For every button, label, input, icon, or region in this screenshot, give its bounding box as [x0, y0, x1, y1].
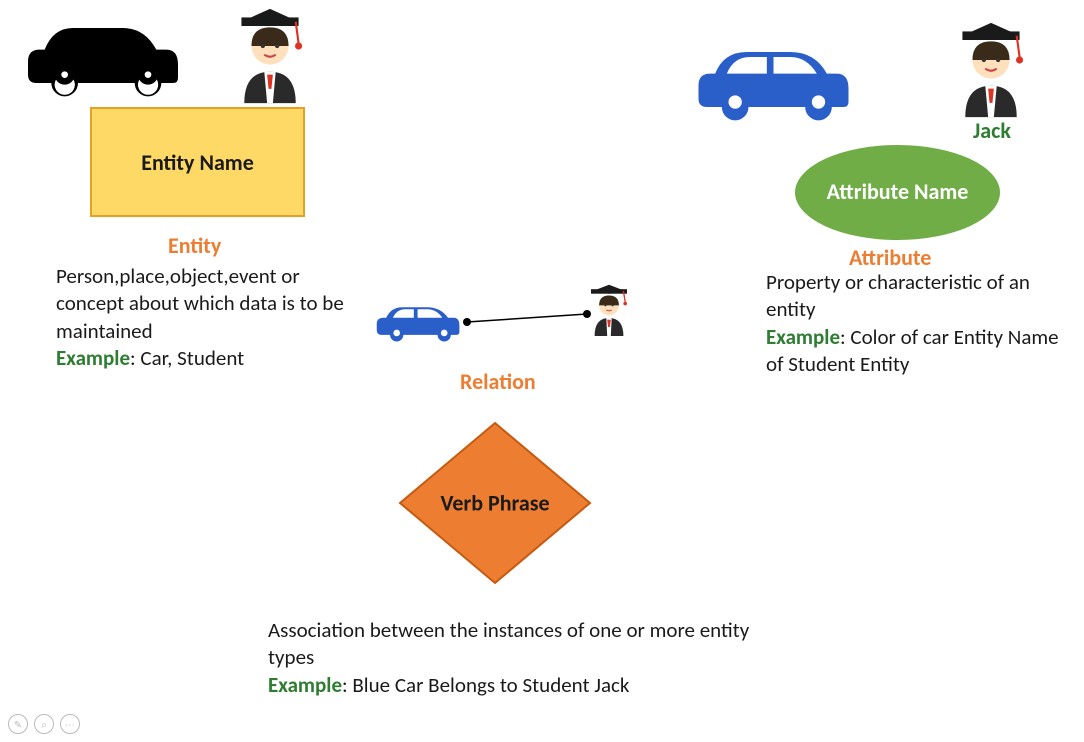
student-icon: [225, 6, 315, 106]
student-icon-attribute: [946, 20, 1036, 120]
attribute-ellipse: Attribute Name: [795, 145, 1000, 240]
relation-connector: [372, 282, 652, 352]
relation-shape-label: Verb Phrase: [425, 490, 565, 517]
black-car-icon: [18, 8, 188, 108]
attribute-example-label: Example: [766, 324, 840, 350]
entity-rectangle: Entity Name: [90, 107, 305, 217]
relation-example-label: Example: [268, 672, 342, 698]
entity-description: Person,place,object,event or concept abo…: [56, 263, 366, 372]
entity-heading: Entity: [168, 232, 221, 259]
viewer-toolbar: ✎ ⌕ ⋯: [8, 714, 80, 734]
relation-description: Association between the instances of one…: [268, 617, 788, 699]
attribute-description: Property or characteristic of an entity …: [766, 269, 1076, 378]
more-button[interactable]: ⋯: [60, 714, 80, 734]
entity-example-label: Example: [56, 345, 130, 371]
blue-car-icon: [686, 32, 861, 132]
pen-tool-button[interactable]: ✎: [8, 714, 28, 734]
jack-label: Jack: [973, 117, 1011, 144]
entity-shape-label: Entity Name: [141, 149, 254, 176]
relation-heading: Relation: [460, 368, 536, 395]
attribute-heading: Attribute: [849, 244, 931, 271]
zoom-button[interactable]: ⌕: [34, 714, 54, 734]
attribute-shape-label: Attribute Name: [807, 179, 989, 205]
relation-diamond: Verb Phrase: [405, 413, 585, 593]
